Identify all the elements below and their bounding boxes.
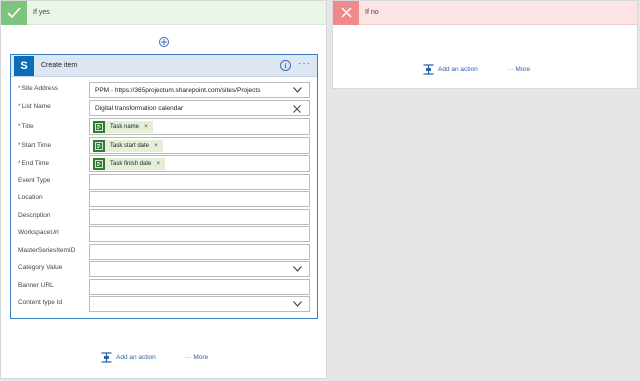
location-field[interactable] bbox=[89, 191, 310, 207]
more-label: More bbox=[515, 66, 531, 73]
event-type-field[interactable] bbox=[89, 174, 310, 190]
list-name-row: *List Name Digital transformation calend… bbox=[11, 100, 319, 116]
dynamic-content-token[interactable]: Task start date × bbox=[93, 139, 163, 152]
token-remove-icon[interactable]: × bbox=[156, 160, 160, 167]
sharepoint-icon: S bbox=[14, 55, 34, 76]
site-address-label: *Site Address bbox=[18, 85, 59, 92]
event-type-label: Event Type bbox=[18, 177, 51, 184]
checkmark-icon bbox=[1, 0, 27, 25]
if-yes-title: If yes bbox=[33, 9, 50, 16]
location-row: Location bbox=[11, 191, 319, 207]
project-icon bbox=[93, 120, 105, 133]
card-more-options-icon[interactable]: ··· bbox=[298, 58, 311, 69]
event-type-row: Event Type bbox=[11, 174, 319, 190]
more-label: More bbox=[193, 354, 209, 361]
title-field[interactable]: Task name × bbox=[89, 118, 310, 135]
token-remove-icon[interactable]: × bbox=[144, 123, 148, 130]
add-action-label: Add an action bbox=[438, 66, 478, 73]
end-time-label: *End Time bbox=[18, 160, 49, 167]
if-yes-header[interactable]: If yes bbox=[1, 0, 326, 25]
if-yes-branch: If yes S Create item i ··· *Site Address… bbox=[0, 0, 327, 379]
workspace-url-row: WorkspaceUrl bbox=[11, 226, 319, 242]
list-name-field[interactable]: Digital transformation calendar bbox=[89, 100, 310, 116]
chevron-down-icon bbox=[293, 266, 302, 272]
description-field[interactable] bbox=[89, 209, 310, 225]
category-value-dropdown[interactable] bbox=[89, 261, 310, 277]
insert-step-plus-icon[interactable] bbox=[159, 37, 169, 47]
end-time-row: *End Time Task finish date × bbox=[11, 155, 319, 172]
master-series-label: MasterSeriesItemID bbox=[18, 247, 76, 254]
workspace-url-field[interactable] bbox=[89, 226, 310, 242]
token-label: Task name bbox=[110, 123, 140, 130]
dynamic-content-token[interactable]: Task finish date × bbox=[93, 157, 166, 170]
content-type-row: Content type Id bbox=[11, 296, 319, 312]
location-label: Location bbox=[18, 194, 43, 201]
clear-icon[interactable] bbox=[293, 105, 301, 113]
end-time-field[interactable]: Task finish date × bbox=[89, 155, 310, 172]
add-action-button[interactable]: Add an action bbox=[101, 352, 156, 363]
close-x-icon bbox=[333, 0, 359, 25]
if-no-title: If no bbox=[365, 9, 379, 16]
banner-url-row: Banner URL bbox=[11, 279, 319, 295]
token-label: Task start date bbox=[110, 142, 150, 149]
start-time-field[interactable]: Task start date × bbox=[89, 137, 310, 154]
description-row: Description bbox=[11, 209, 319, 225]
description-label: Description bbox=[18, 212, 51, 219]
chevron-down-icon bbox=[293, 87, 302, 93]
start-time-row: *Start Time Task start date × bbox=[11, 137, 319, 154]
more-button[interactable]: ··· More bbox=[507, 66, 530, 73]
site-address-value: PPM - https://365projectum.sharepoint.co… bbox=[95, 86, 261, 94]
list-name-label: *List Name bbox=[18, 103, 51, 110]
content-type-label: Content type Id bbox=[18, 299, 63, 306]
dynamic-content-token[interactable]: Task name × bbox=[93, 120, 153, 133]
category-value-row: Category Value bbox=[11, 261, 319, 277]
chevron-down-icon bbox=[293, 301, 302, 307]
create-item-card: S Create item i ··· *Site Address PPM - … bbox=[10, 54, 318, 319]
list-name-value: Digital transformation calendar bbox=[95, 104, 184, 112]
master-series-field[interactable] bbox=[89, 244, 310, 260]
title-row: *Title Task name × bbox=[11, 118, 319, 135]
add-action-icon bbox=[101, 352, 112, 363]
card-title: Create item bbox=[41, 62, 78, 69]
site-address-row: *Site Address PPM - https://365projectum… bbox=[11, 82, 319, 98]
content-type-dropdown[interactable] bbox=[89, 296, 310, 312]
project-icon bbox=[93, 139, 105, 152]
add-action-label: Add an action bbox=[116, 354, 156, 361]
project-icon bbox=[93, 157, 105, 170]
add-action-button[interactable]: Add an action bbox=[423, 64, 478, 75]
more-button[interactable]: ··· More bbox=[185, 354, 208, 361]
category-value-label: Category Value bbox=[18, 264, 63, 271]
banner-url-label: Banner URL bbox=[18, 282, 54, 289]
site-address-dropdown[interactable]: PPM - https://365projectum.sharepoint.co… bbox=[89, 82, 310, 98]
start-time-label: *Start Time bbox=[18, 142, 52, 149]
title-label: *Title bbox=[18, 123, 34, 130]
create-item-card-header[interactable]: S Create item i ··· bbox=[11, 55, 317, 77]
if-no-header[interactable]: If no bbox=[333, 0, 637, 25]
token-remove-icon[interactable]: × bbox=[154, 142, 158, 149]
info-icon[interactable]: i bbox=[280, 60, 291, 71]
token-label: Task finish date bbox=[110, 160, 152, 167]
add-action-icon bbox=[423, 64, 434, 75]
banner-url-field[interactable] bbox=[89, 279, 310, 295]
workspace-url-label: WorkspaceUrl bbox=[18, 229, 59, 236]
master-series-row: MasterSeriesItemID bbox=[11, 244, 319, 260]
if-no-branch: If no Add an action ··· More bbox=[332, 0, 638, 89]
